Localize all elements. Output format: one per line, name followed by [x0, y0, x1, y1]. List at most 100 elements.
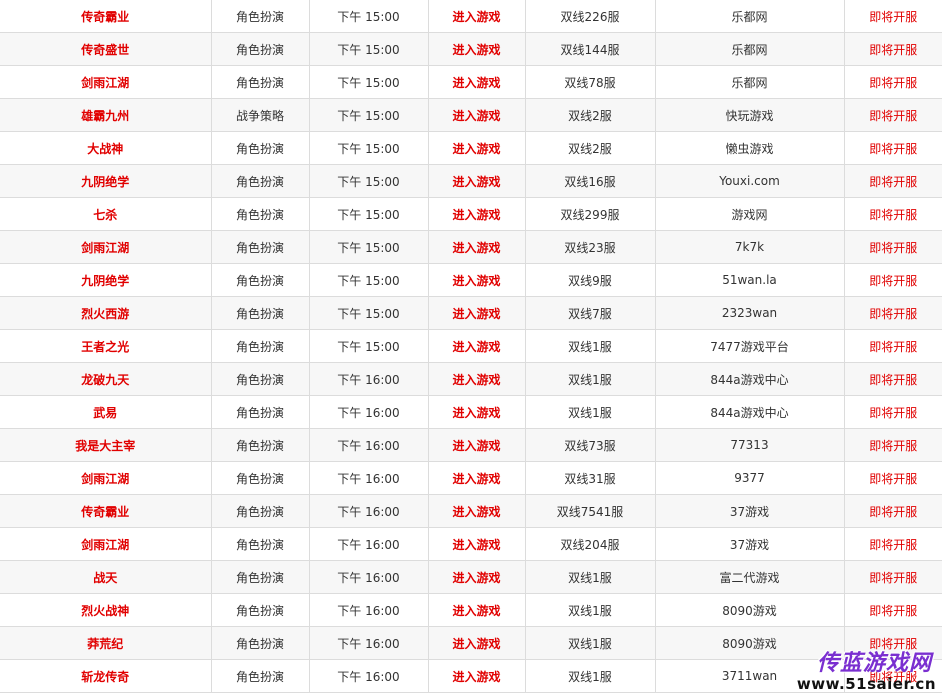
- game-name[interactable]: 莽荒纪: [0, 626, 212, 660]
- game-name[interactable]: 斩龙传奇: [0, 659, 212, 693]
- table-row: 传奇盛世 角色扮演 下午 15:00 进入游戏 双线144服 乐都网 即将开服: [0, 32, 942, 66]
- open-status-link[interactable]: 即将开服: [844, 131, 942, 165]
- open-status-link[interactable]: 即将开服: [844, 659, 942, 693]
- enter-game-link[interactable]: 进入游戏: [428, 164, 526, 198]
- game-name[interactable]: 传奇霸业: [0, 0, 212, 33]
- server-name: 双线2服: [525, 131, 656, 165]
- platform-name: 77313: [655, 428, 845, 462]
- game-category: 角色扮演: [211, 263, 310, 297]
- enter-game-link[interactable]: 进入游戏: [428, 494, 526, 528]
- open-time: 下午 16:00: [309, 362, 429, 396]
- game-name[interactable]: 烈火西游: [0, 296, 212, 330]
- game-name[interactable]: 王者之光: [0, 329, 212, 363]
- open-status-link[interactable]: 即将开服: [844, 593, 942, 627]
- enter-game-link[interactable]: 进入游戏: [428, 428, 526, 462]
- game-name[interactable]: 七杀: [0, 197, 212, 231]
- platform-name: 8090游戏: [655, 593, 845, 627]
- open-status-link[interactable]: 即将开服: [844, 98, 942, 132]
- platform-name: 乐都网: [655, 32, 845, 66]
- enter-game-link[interactable]: 进入游戏: [428, 0, 526, 33]
- enter-game-link[interactable]: 进入游戏: [428, 659, 526, 693]
- open-time: 下午 15:00: [309, 131, 429, 165]
- open-status-link[interactable]: 即将开服: [844, 263, 942, 297]
- platform-name: 7477游戏平台: [655, 329, 845, 363]
- table-row: 传奇霸业 角色扮演 下午 15:00 进入游戏 双线226服 乐都网 即将开服: [0, 0, 942, 33]
- enter-game-link[interactable]: 进入游戏: [428, 296, 526, 330]
- enter-game-link[interactable]: 进入游戏: [428, 593, 526, 627]
- enter-game-link[interactable]: 进入游戏: [428, 98, 526, 132]
- enter-game-link[interactable]: 进入游戏: [428, 32, 526, 66]
- platform-name: 7k7k: [655, 230, 845, 264]
- enter-game-link[interactable]: 进入游戏: [428, 527, 526, 561]
- table-row: 烈火西游 角色扮演 下午 15:00 进入游戏 双线7服 2323wan 即将开服: [0, 296, 942, 330]
- open-status-link[interactable]: 即将开服: [844, 164, 942, 198]
- enter-game-link[interactable]: 进入游戏: [428, 65, 526, 99]
- game-name[interactable]: 大战神: [0, 131, 212, 165]
- game-category: 角色扮演: [211, 230, 310, 264]
- game-name[interactable]: 剑雨江湖: [0, 461, 212, 495]
- platform-name: 9377: [655, 461, 845, 495]
- game-name[interactable]: 我是大主宰: [0, 428, 212, 462]
- open-time: 下午 15:00: [309, 98, 429, 132]
- game-name[interactable]: 九阴绝学: [0, 263, 212, 297]
- game-name[interactable]: 传奇盛世: [0, 32, 212, 66]
- open-status-link[interactable]: 即将开服: [844, 32, 942, 66]
- open-status-link[interactable]: 即将开服: [844, 560, 942, 594]
- game-name[interactable]: 雄霸九州: [0, 98, 212, 132]
- open-status-link[interactable]: 即将开服: [844, 65, 942, 99]
- open-status-link[interactable]: 即将开服: [844, 230, 942, 264]
- game-name[interactable]: 剑雨江湖: [0, 527, 212, 561]
- platform-name: 富二代游戏: [655, 560, 845, 594]
- open-time: 下午 15:00: [309, 329, 429, 363]
- open-time: 下午 16:00: [309, 461, 429, 495]
- enter-game-link[interactable]: 进入游戏: [428, 626, 526, 660]
- open-status-link[interactable]: 即将开服: [844, 626, 942, 660]
- game-name[interactable]: 九阴绝学: [0, 164, 212, 198]
- table-row: 剑雨江湖 角色扮演 下午 15:00 进入游戏 双线23服 7k7k 即将开服: [0, 230, 942, 264]
- game-name[interactable]: 传奇霸业: [0, 494, 212, 528]
- table-row: 九阴绝学 角色扮演 下午 15:00 进入游戏 双线9服 51wan.la 即将开服: [0, 263, 942, 297]
- enter-game-link[interactable]: 进入游戏: [428, 560, 526, 594]
- open-status-link[interactable]: 即将开服: [844, 197, 942, 231]
- game-category: 角色扮演: [211, 131, 310, 165]
- game-category: 角色扮演: [211, 593, 310, 627]
- game-category: 角色扮演: [211, 626, 310, 660]
- open-time: 下午 15:00: [309, 164, 429, 198]
- open-status-link[interactable]: 即将开服: [844, 395, 942, 429]
- open-status-link[interactable]: 即将开服: [844, 296, 942, 330]
- table-row: 莽荒纪 角色扮演 下午 16:00 进入游戏 双线1服 8090游戏 即将开服: [0, 626, 942, 660]
- table-row: 武易 角色扮演 下午 16:00 进入游戏 双线1服 844a游戏中心 即将开服: [0, 395, 942, 429]
- enter-game-link[interactable]: 进入游戏: [428, 461, 526, 495]
- game-name[interactable]: 武易: [0, 395, 212, 429]
- game-name[interactable]: 烈火战神: [0, 593, 212, 627]
- open-status-link[interactable]: 即将开服: [844, 494, 942, 528]
- enter-game-link[interactable]: 进入游戏: [428, 131, 526, 165]
- open-status-link[interactable]: 即将开服: [844, 428, 942, 462]
- table-row: 王者之光 角色扮演 下午 15:00 进入游戏 双线1服 7477游戏平台 即将开服: [0, 329, 942, 363]
- table-row: 我是大主宰 角色扮演 下午 16:00 进入游戏 双线73服 77313 即将开服: [0, 428, 942, 462]
- game-name[interactable]: 战天: [0, 560, 212, 594]
- enter-game-link[interactable]: 进入游戏: [428, 395, 526, 429]
- open-status-link[interactable]: 即将开服: [844, 329, 942, 363]
- enter-game-link[interactable]: 进入游戏: [428, 263, 526, 297]
- enter-game-link[interactable]: 进入游戏: [428, 230, 526, 264]
- open-time: 下午 16:00: [309, 395, 429, 429]
- enter-game-link[interactable]: 进入游戏: [428, 362, 526, 396]
- server-name: 双线1服: [525, 659, 656, 693]
- open-status-link[interactable]: 即将开服: [844, 362, 942, 396]
- open-time: 下午 16:00: [309, 593, 429, 627]
- table-row: 剑雨江湖 角色扮演 下午 16:00 进入游戏 双线31服 9377 即将开服: [0, 461, 942, 495]
- enter-game-link[interactable]: 进入游戏: [428, 329, 526, 363]
- server-name: 双线299服: [525, 197, 656, 231]
- open-status-link[interactable]: 即将开服: [844, 0, 942, 33]
- table-row: 七杀 角色扮演 下午 15:00 进入游戏 双线299服 游戏网 即将开服: [0, 197, 942, 231]
- enter-game-link[interactable]: 进入游戏: [428, 197, 526, 231]
- game-name[interactable]: 剑雨江湖: [0, 65, 212, 99]
- open-time: 下午 15:00: [309, 65, 429, 99]
- game-name[interactable]: 龙破九天: [0, 362, 212, 396]
- open-status-link[interactable]: 即将开服: [844, 527, 942, 561]
- open-status-link[interactable]: 即将开服: [844, 461, 942, 495]
- game-name[interactable]: 剑雨江湖: [0, 230, 212, 264]
- game-category: 角色扮演: [211, 296, 310, 330]
- server-name: 双线7541服: [525, 494, 656, 528]
